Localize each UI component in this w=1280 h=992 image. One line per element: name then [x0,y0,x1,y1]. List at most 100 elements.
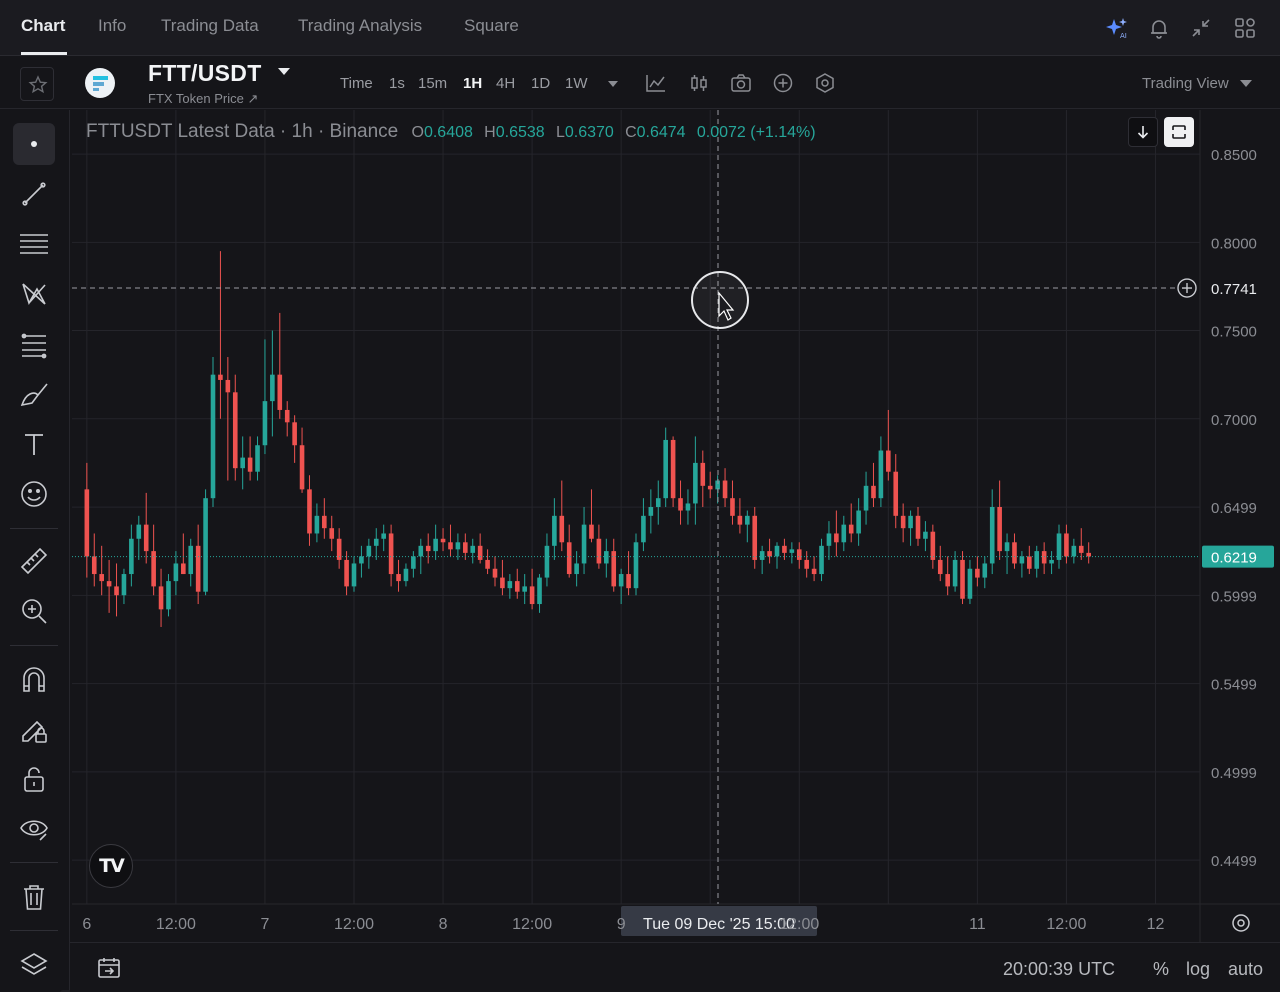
candle-body [522,586,527,592]
refresh-icon [1172,125,1186,139]
candle-body [188,545,194,575]
ai-sparkle-icon[interactable]: AI [1105,16,1129,40]
y-axis-tick-label: 0.4499 [1211,853,1257,870]
candle-body [373,538,379,546]
timeframe-4h[interactable]: 4H [496,75,515,92]
timeframe-1w[interactable]: 1W [565,75,588,92]
y-axis-tick-label: 0.6499 [1211,500,1257,517]
percent-scale-toggle[interactable]: % [1153,959,1169,980]
candle-body [863,485,869,511]
ruler-tool[interactable] [13,540,55,582]
ftt-coin-logo [85,68,115,98]
brush-icon [20,383,48,407]
tradingview-logo[interactable]: TV [89,844,133,888]
legend-title: FTTUSDT Latest Data · 1h · Binance [86,121,399,142]
candle-body [626,574,631,589]
mouse-pointer-icon [718,291,735,321]
timeframe-15m[interactable]: 15m [418,75,447,92]
auto-scale-toggle[interactable]: auto [1228,959,1263,980]
add-icon[interactable] [772,72,794,99]
candle-body [967,568,973,599]
candle-body [1019,556,1025,564]
settings-icon[interactable] [814,72,836,99]
candle-body [908,515,913,529]
zoom-in-tool[interactable] [13,590,55,632]
scroll-to-latest-button[interactable] [1128,117,1158,147]
candle-body [114,586,119,596]
trading-view-selector[interactable]: Trading View [1142,75,1229,92]
visibility-tool[interactable] [13,808,55,850]
indicator-icon[interactable] [645,72,667,99]
symbol-dropdown-icon[interactable] [278,68,290,75]
x-axis-tick-label: 8 [439,916,448,933]
camera-icon[interactable] [730,72,752,99]
more-timeframes-icon[interactable] [608,81,618,87]
bell-icon[interactable] [1147,16,1171,40]
candle-body [537,577,542,605]
symbol-bar: FTT/USDT FTX Token Price ↗ Time 1s 15m 1… [0,57,1280,109]
y-axis-tick-label: 0.4999 [1211,765,1257,782]
unlock-tool[interactable] [13,758,55,800]
candle-body [693,462,698,504]
layers-tool[interactable] [13,944,55,986]
drawing-toolbar: ‹ [0,110,72,992]
trendline-tool[interactable] [13,173,55,215]
candle-body [314,515,320,534]
emoji-tool[interactable] [13,473,55,515]
log-scale-toggle[interactable]: log [1186,959,1210,980]
fib-tool[interactable] [13,323,55,365]
candle-body [1086,552,1091,557]
tab-trading-data[interactable]: Trading Data [161,16,259,36]
candle-body [848,524,854,534]
candle-body [1071,545,1077,557]
symbol-subtitle-link[interactable]: FTX Token Price ↗ [148,91,258,107]
star-icon [28,75,48,94]
timeframe-1d[interactable]: 1D [531,75,550,92]
brush-tool[interactable] [13,373,55,415]
reset-chart-button[interactable] [1164,117,1194,147]
candle-body [247,457,253,472]
favorite-button[interactable] [20,67,54,101]
tab-square[interactable]: Square [464,16,519,36]
timeframe-1s[interactable]: 1s [389,75,405,92]
bottom-bar: 20:00:39 UTC % log auto [70,942,1280,992]
cursor-tool[interactable] [13,123,55,165]
symbol-pair[interactable]: FTT/USDT [148,60,262,87]
delete-drawings-tool[interactable] [13,876,55,918]
pattern-tool[interactable] [13,273,55,315]
horizontal-lines-tool[interactable] [13,223,55,265]
layout-grid-icon[interactable] [1233,16,1257,40]
view-dropdown-icon[interactable] [1240,80,1252,87]
candle-body [975,568,980,578]
candlestick-chart[interactable]: 0.6219 0.7741 Tue 09 Dec '25 15:00 0.8500 0… [0,0,1280,992]
candle-body [611,551,617,587]
magnet-tool[interactable] [13,658,55,700]
chart-type-icon[interactable] [688,72,710,99]
ruler-icon [20,547,48,575]
candle-body [730,498,735,516]
candle-body [604,551,609,564]
tab-trading-analysis[interactable]: Trading Analysis [298,16,422,36]
x-axis-tick-label: 12 [1147,916,1165,933]
tab-info[interactable]: Info [98,16,126,36]
zoom-in-icon [22,599,47,624]
legend-close: 0.6474 [636,124,686,141]
candle-body [1012,542,1017,564]
timeframe-1h[interactable]: 1H [463,75,482,92]
date-range-icon[interactable] [96,955,122,986]
horizontal-lines-icon [20,234,48,254]
candle-body [396,574,401,582]
utc-clock[interactable]: 20:00:39 UTC [1003,959,1115,980]
collapse-icon[interactable] [1189,16,1213,40]
lock-drawings-tool[interactable] [13,708,55,750]
text-tool[interactable] [13,423,55,465]
tab-chart[interactable]: Chart [21,16,65,36]
candle-body [433,538,438,552]
x-axis-tick-label: 12:00 [156,916,196,933]
candle-body [255,445,260,472]
candle-body [826,533,832,546]
candle-body [307,489,312,534]
timeframe-time[interactable]: Time [340,75,373,92]
crosshair-time-badge [621,906,817,936]
candle-body [322,515,327,529]
